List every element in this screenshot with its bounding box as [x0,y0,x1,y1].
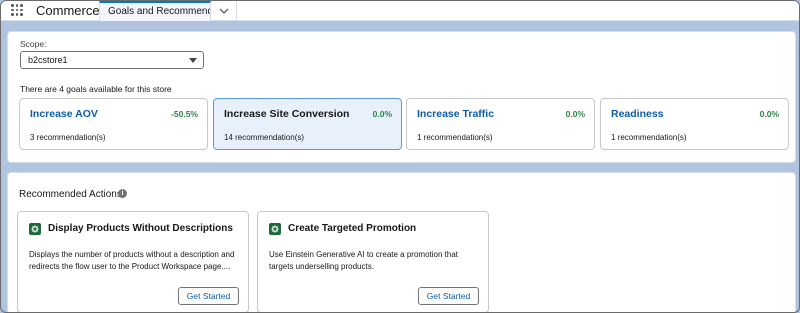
action-title: Display Products Without Descriptions [48,223,233,234]
action-description: Displays the number of products without … [29,250,235,271]
goal-card-readiness[interactable]: Readiness 0.0% 1 recommendation(s) [600,98,789,150]
get-started-button[interactable]: Get Started [418,287,479,305]
action-card-display-products: Display Products Without Descriptions Di… [17,211,249,312]
action-description: Use Einstein Generative AI to create a p… [269,250,458,271]
goal-recommendation-count: 14 recommendation(s) [224,133,305,142]
gear-icon [269,223,281,235]
global-header: Commerce Goals and Recommendati... [1,1,799,21]
goal-recommendation-count: 3 recommendation(s) [30,133,106,142]
goal-card-increase-aov[interactable]: Increase AOV -50.5% 3 recommendation(s) [19,98,208,150]
action-title: Create Targeted Promotion [288,223,417,234]
goal-title: Readiness [611,108,664,120]
get-started-button[interactable]: Get Started [178,287,239,305]
chevron-down-icon [219,8,228,14]
action-card-create-targeted-promotion: Create Targeted Promotion Use Einstein G… [257,211,489,312]
goal-percent: 0.0% [372,109,392,119]
goal-recommendation-count: 1 recommendation(s) [417,133,493,142]
goal-title: Increase Site Conversion [224,108,350,120]
goal-card-increase-traffic[interactable]: Increase Traffic 0.0% 1 recommendation(s… [406,98,595,150]
goal-card-increase-site-conversion[interactable]: Increase Site Conversion 0.0% 14 recomme… [213,98,402,150]
scope-selected-value: b2cstore1 [28,55,68,65]
app-name: Commerce [36,3,100,18]
tab-goals-and-recommendations[interactable]: Goals and Recommendati... [99,1,211,21]
goal-title: Increase AOV [30,108,98,120]
scope-label: Scope: [20,39,47,49]
goal-percent: 0.0% [759,109,779,119]
tab-menu-button[interactable] [211,1,237,21]
goal-percent: -50.5% [171,109,198,119]
scope-card: Scope: b2cstore1 There are 4 goals avail… [7,31,796,163]
caret-down-icon [189,58,197,63]
scope-select[interactable]: b2cstore1 [20,51,204,69]
app-frame: Commerce Goals and Recommendati... Scope… [0,0,800,313]
goal-title: Increase Traffic [417,108,495,120]
gear-icon [29,223,41,235]
goal-recommendation-count: 1 recommendation(s) [611,133,687,142]
goal-percent: 0.0% [565,109,585,119]
info-icon[interactable]: i [118,189,127,198]
recommended-actions-card: Recommended Actions i Display Products W… [7,172,796,312]
app-launcher-icon[interactable] [11,4,23,16]
goals-count-text: There are 4 goals available for this sto… [20,84,172,94]
recommended-actions-title: Recommended Actions [19,189,122,200]
